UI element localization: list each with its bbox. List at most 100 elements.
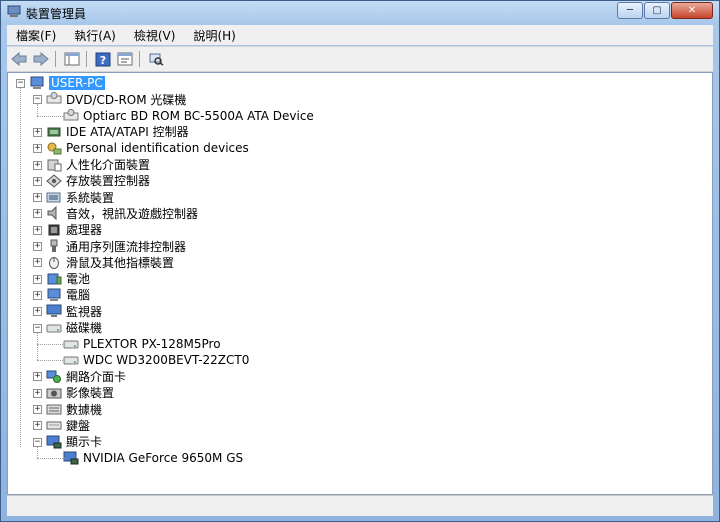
collapse-toggle[interactable]: −: [16, 79, 25, 88]
expand-toggle[interactable]: +: [33, 307, 42, 317]
camera-icon: [46, 386, 62, 400]
maximize-button[interactable]: ▢: [644, 2, 670, 19]
expand-toggle[interactable]: +: [33, 127, 42, 137]
properties-button[interactable]: [115, 50, 135, 68]
mouse-icon: [46, 255, 62, 270]
device-category-item[interactable]: 監視器: [46, 303, 102, 319]
expand-toggle[interactable]: +: [33, 193, 42, 203]
tree-item-label: NVIDIA GeForce 9650M GS: [83, 450, 244, 465]
tree-item-label: 系統裝置: [66, 190, 115, 205]
toolbar: ?: [7, 46, 713, 72]
device-category-item[interactable]: 音效，視訊及遊戲控制器: [46, 205, 198, 221]
tree-item-label: 網路介面卡: [66, 369, 127, 384]
device-item[interactable]: PLEXTOR PX-128M5Pro: [63, 336, 221, 352]
tree-item-label: 人性化介面裝置: [66, 158, 151, 172]
device-manager-window: 裝置管理員 ─ ▢ ✕ 檔案(F) 執行(A) 檢視(V) 說明(H) ? − …: [0, 0, 720, 522]
display-adapter-icon: [46, 435, 62, 449]
expand-toggle[interactable]: +: [33, 388, 42, 398]
help-icon: ?: [95, 52, 111, 67]
toolbar-separator: [86, 51, 87, 67]
expand-toggle[interactable]: +: [33, 421, 42, 431]
tree-item-label: 鍵盤: [66, 418, 91, 433]
device-category-item[interactable]: 人性化介面裝置: [46, 157, 150, 173]
expand-toggle[interactable]: +: [33, 176, 42, 186]
keyboard-icon: [46, 418, 62, 432]
maximize-icon: ▢: [652, 5, 662, 16]
tree-item-label: PLEXTOR PX-128M5Pro: [83, 336, 221, 351]
tree-connector-line: [20, 88, 21, 447]
device-category-item[interactable]: 系統裝置: [46, 189, 114, 205]
close-icon: ✕: [687, 5, 697, 16]
expand-toggle[interactable]: +: [33, 274, 42, 284]
device-category-item[interactable]: 影像裝置: [46, 385, 114, 401]
device-category-item[interactable]: 電池: [46, 271, 90, 287]
tree-connector-line: [37, 343, 65, 345]
device-category-item[interactable]: 處理器: [46, 222, 102, 238]
tree-item-label: 音效，視訊及遊戲控制器: [66, 206, 199, 221]
tree-root-node[interactable]: USER-PC: [29, 75, 105, 91]
window-title: 裝置管理員: [26, 7, 87, 21]
hid-icon: [46, 158, 62, 172]
show-hide-console-button[interactable]: [62, 50, 82, 68]
scan-hardware-button[interactable]: [146, 50, 166, 68]
tree-connector-line: [37, 115, 65, 117]
help-button[interactable]: ?: [93, 50, 113, 68]
expand-toggle[interactable]: +: [33, 372, 42, 382]
tree-item-label: WDC WD3200BEVT-22ZCT0: [83, 353, 250, 368]
collapse-toggle[interactable]: −: [33, 323, 42, 333]
device-tree[interactable]: − USER-PC − DVD/CD-ROM 光碟機 Optiarc BD ROM BC…: [7, 72, 713, 495]
tree-item-label: Personal identification devices: [66, 141, 249, 156]
device-category-item[interactable]: 通用序列匯流排控制器: [46, 238, 186, 254]
device-category-item[interactable]: 數據機: [46, 401, 102, 417]
collapse-toggle[interactable]: −: [33, 437, 42, 447]
usb-icon: [46, 239, 62, 253]
back-arrow-icon: [11, 52, 27, 66]
tree-item-label: 處理器: [66, 223, 103, 238]
toolbar-separator: [139, 51, 140, 67]
expand-toggle[interactable]: +: [33, 242, 42, 251]
expand-toggle[interactable]: +: [33, 144, 42, 154]
menu-help[interactable]: 說明(H): [184, 27, 244, 44]
device-category-item[interactable]: DVD/CD-ROM 光碟機: [46, 91, 186, 107]
device-category-item[interactable]: 鍵盤: [46, 417, 90, 433]
device-category-item[interactable]: 網路介面卡: [46, 368, 126, 384]
collapse-toggle[interactable]: −: [33, 95, 42, 105]
tree-item-label: 通用序列匯流排控制器: [66, 239, 187, 254]
dvd-icon: [63, 108, 79, 123]
disk-drive-icon: [63, 337, 79, 351]
menu-file[interactable]: 檔案(F): [7, 27, 65, 44]
scan-hardware-icon: [149, 53, 164, 66]
device-category-item[interactable]: 顯示卡: [46, 434, 102, 450]
expand-toggle[interactable]: +: [33, 160, 42, 170]
device-category-item[interactable]: 滑鼠及其他指標裝置: [46, 254, 174, 270]
expand-toggle[interactable]: +: [33, 209, 42, 219]
device-category-item[interactable]: Personal identification devices: [46, 140, 249, 156]
expand-toggle[interactable]: +: [33, 290, 42, 300]
menu-view[interactable]: 檢視(V): [125, 27, 185, 44]
device-category-item[interactable]: IDE ATA/ATAPI 控制器: [46, 124, 189, 140]
device-category-item[interactable]: 磁碟機: [46, 320, 102, 336]
fingerprint-icon: [46, 141, 62, 155]
forward-button[interactable]: [31, 50, 51, 68]
minimize-button[interactable]: ─: [617, 2, 643, 19]
menu-action[interactable]: 執行(A): [65, 27, 125, 44]
disk-drive-icon: [46, 321, 62, 335]
back-button[interactable]: [9, 50, 29, 68]
properties-icon: [117, 52, 133, 66]
device-category-item[interactable]: 存放裝置控制器: [46, 173, 150, 189]
expand-toggle[interactable]: +: [33, 405, 42, 414]
storage-controller-icon: [46, 174, 62, 188]
network-adapter-icon: [46, 369, 62, 384]
expand-toggle[interactable]: +: [33, 225, 42, 235]
expand-toggle[interactable]: +: [33, 258, 42, 268]
device-category-item[interactable]: 電腦: [46, 287, 90, 303]
device-item[interactable]: WDC WD3200BEVT-22ZCT0: [63, 352, 249, 368]
tree-item-label: 電池: [66, 272, 91, 287]
tree-item-label: 存放裝置控制器: [66, 174, 151, 189]
device-item[interactable]: NVIDIA GeForce 9650M GS: [63, 450, 243, 466]
toolbar-separator: [55, 51, 56, 67]
title-bar[interactable]: 裝置管理員 ─ ▢ ✕: [1, 1, 719, 23]
device-item[interactable]: Optiarc BD ROM BC-5500A ATA Device: [63, 108, 314, 124]
minimize-icon: ─: [626, 5, 634, 16]
close-button[interactable]: ✕: [671, 2, 713, 19]
